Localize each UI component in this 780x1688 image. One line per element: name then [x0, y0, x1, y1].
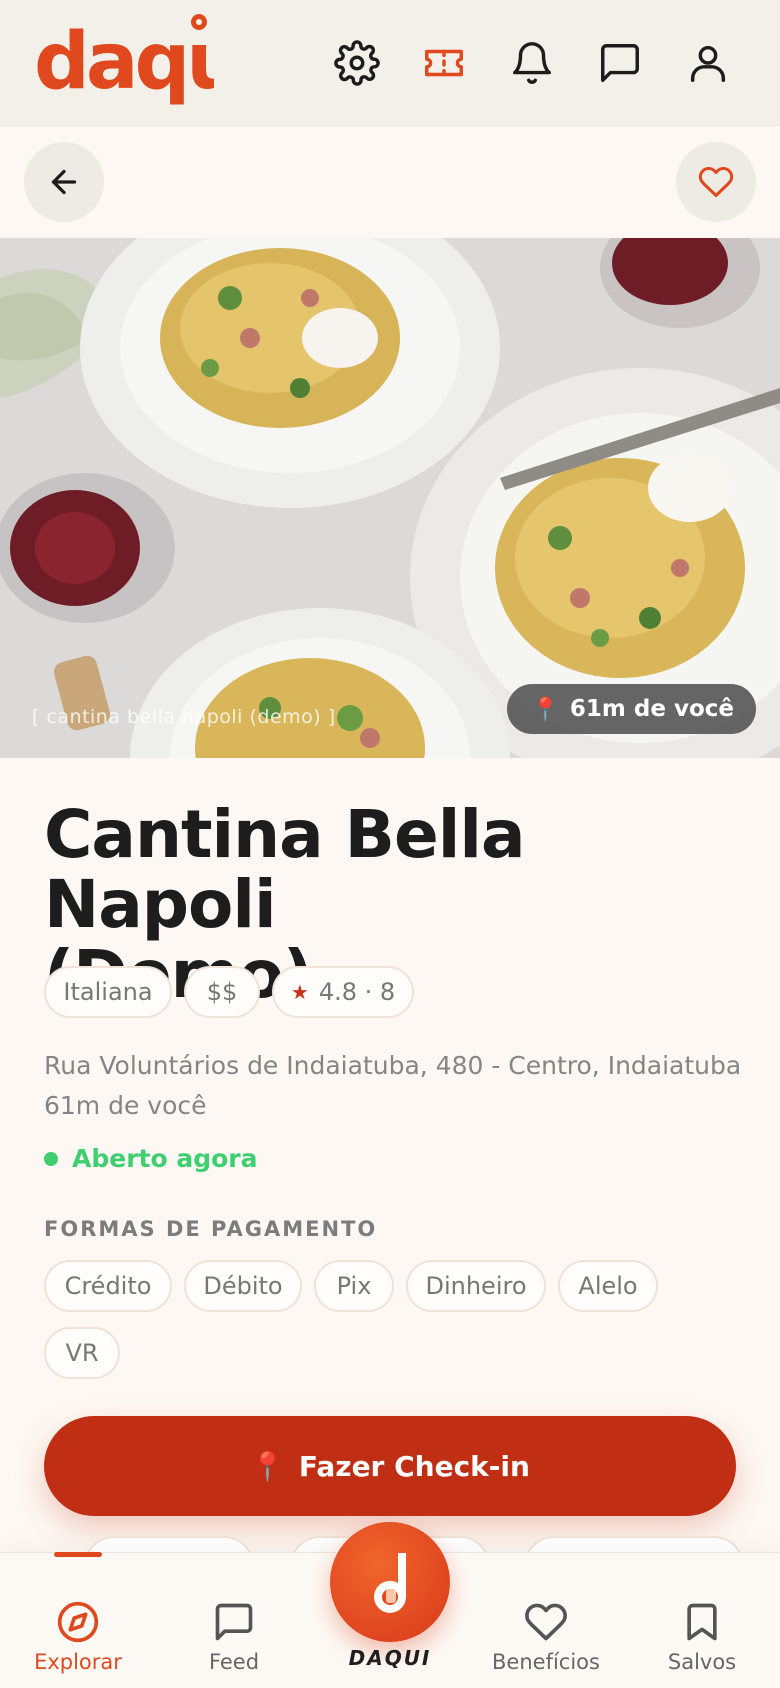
address-block: Rua Voluntários de Indaiatuba, 480 - Cen… [44, 1046, 744, 1126]
status-dot [44, 1151, 58, 1166]
pin-icon: 📍 [531, 696, 560, 723]
daqui-logo[interactable]: daqui [34, 8, 265, 118]
cuisine-chip: Italiana [44, 966, 172, 1018]
status-label: Aberto agora [72, 1144, 258, 1173]
address-text: Rua Voluntários de Indaiatuba, 480 - Cen… [44, 1051, 742, 1080]
arrow-left-icon [51, 169, 77, 195]
nav-label: Benefícios [492, 1650, 600, 1674]
user-icon[interactable] [681, 36, 735, 90]
open-status: Aberto agora [44, 1144, 258, 1173]
checkin-button[interactable]: 📍 Fazer Check-in [44, 1416, 736, 1516]
distance-badge: 📍 61m de você [507, 684, 756, 734]
title-line-1: Cantina Bella Napoli [44, 796, 526, 943]
back-button[interactable] [24, 142, 104, 222]
payment-chip-alelo: Alelo [558, 1260, 658, 1312]
active-tab-indicator [54, 1552, 102, 1557]
nav-label: Explorar [34, 1650, 122, 1674]
payment-chip-credito: Crédito [44, 1260, 172, 1312]
nav-feed[interactable]: Feed [164, 1600, 304, 1674]
heart-icon [698, 166, 734, 197]
bell-icon[interactable] [505, 36, 559, 90]
nav-label: Salvos [667, 1650, 737, 1674]
nav-explorar[interactable]: Explorar [8, 1600, 148, 1674]
photo-caption: [ cantina bella napoli (demo) ] [32, 706, 336, 728]
compass-icon [57, 1601, 99, 1643]
daqui-logo-mark: daqui [34, 14, 265, 107]
daqui-center-button[interactable] [330, 1522, 450, 1642]
payment-chip-dinheiro: Dinheiro [406, 1260, 546, 1312]
restaurant-photo: [ cantina bella napoli (demo) ] 📍 61m de… [0, 238, 780, 758]
ticket-icon[interactable] [417, 36, 471, 90]
chat-icon[interactable] [593, 36, 647, 90]
top-header: daqui [0, 0, 780, 125]
chat-icon [215, 1603, 253, 1641]
heart-icon [525, 1603, 567, 1641]
bookmark-icon [687, 1603, 717, 1641]
nav-beneficios[interactable]: Benefícios [476, 1600, 616, 1674]
payment-chip-vr: VR [44, 1327, 120, 1379]
rating-value: 4.8 · 8 [318, 978, 396, 1006]
daqui-d-icon [374, 1553, 406, 1613]
payment-chip-debito: Débito [184, 1260, 302, 1312]
payment-chip-pix: Pix [314, 1260, 394, 1312]
nav-label: Feed [208, 1650, 260, 1674]
star-icon: ★ [290, 980, 309, 1004]
rating-chip: ★ 4.8 · 8 [272, 966, 414, 1018]
daqui-center-label: DAQUI [348, 1646, 432, 1670]
distance-text: 61m de você [44, 1091, 207, 1120]
price-chip: $$ [184, 966, 260, 1018]
pasta-dishes-illustration [0, 238, 780, 758]
pin-icon: 📍 [250, 1449, 285, 1483]
nav-salvos[interactable]: Salvos [632, 1600, 772, 1674]
logo-wordmark: daqui [34, 17, 214, 107]
payment-section-label: FORMAS DE PAGAMENTO [44, 1217, 378, 1241]
detail-toolbar [0, 125, 780, 238]
checkin-label: Fazer Check-in [298, 1449, 530, 1483]
distance-badge-label: 61m de você [569, 696, 734, 722]
gear-icon[interactable] [330, 36, 384, 90]
favorite-button[interactable] [676, 142, 756, 222]
